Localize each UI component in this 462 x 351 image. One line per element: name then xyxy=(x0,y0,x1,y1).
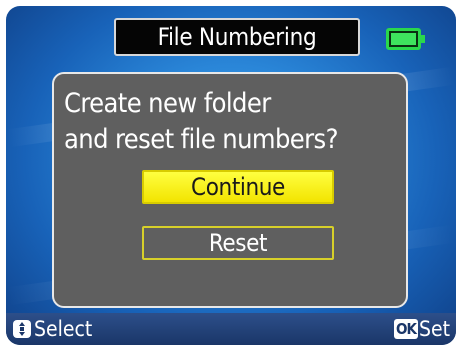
dpad-icon xyxy=(13,320,31,338)
battery-full-icon xyxy=(386,28,426,50)
dialog-message-line1: Create new folder xyxy=(64,88,271,119)
set-hint-label: Set xyxy=(418,317,450,341)
camera-screen: File Numbering Create new folder and res… xyxy=(6,6,456,345)
select-hint-label: Select xyxy=(34,317,93,341)
dialog-message-line2: and reset file numbers? xyxy=(64,124,338,155)
menu-title: File Numbering xyxy=(114,18,360,56)
reset-button[interactable]: Reset xyxy=(142,226,334,260)
confirm-dialog: Create new folder and reset file numbers… xyxy=(52,72,408,308)
dialog-message: Create new folder and reset file numbers… xyxy=(64,86,394,158)
button-hint-bar: Select OK Set xyxy=(6,313,456,345)
battery-tip xyxy=(421,35,425,43)
ok-button-icon: OK xyxy=(394,319,418,339)
set-hint: OK Set xyxy=(394,317,450,341)
select-hint: Select xyxy=(12,317,92,341)
continue-button[interactable]: Continue xyxy=(142,170,334,204)
battery-fill xyxy=(391,33,416,45)
